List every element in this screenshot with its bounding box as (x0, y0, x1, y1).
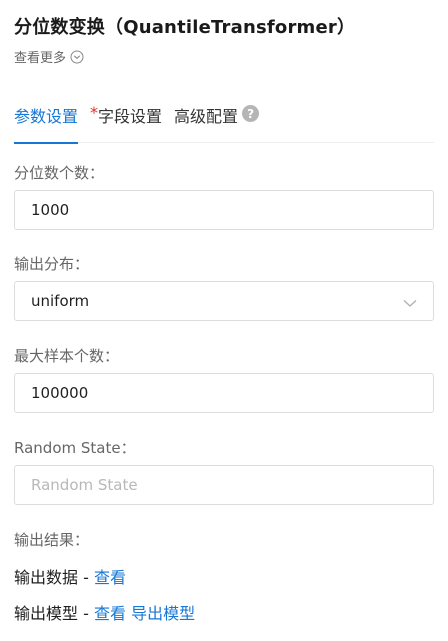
tab-field-settings[interactable]: * 字段设置 (90, 103, 162, 143)
tab-label: 高级配置 (174, 107, 239, 126)
tab-advanced-settings[interactable]: 高级配置 ? (174, 103, 260, 143)
quantiles-input[interactable]: 1000 (14, 190, 434, 230)
view-more-label: 查看更多 (14, 51, 67, 66)
tab-label: 字段设置 (98, 107, 163, 126)
random-state-label: Random State： (14, 439, 136, 457)
output-data-prefix: 输出数据 - (14, 568, 94, 587)
settings-tabs: 参数设置 * 字段设置 高级配置 ? (14, 103, 434, 144)
quantiles-label: 分位数个数： (14, 164, 105, 182)
tab-parameter-settings[interactable]: 参数设置 (14, 103, 79, 144)
output-distribution-value: uniform (31, 292, 90, 310)
export-model-link[interactable]: 导出模型 (131, 604, 195, 623)
help-circle-icon[interactable]: ? (242, 105, 260, 122)
output-distribution-select[interactable]: uniform (14, 281, 434, 321)
chevron-down-icon (403, 295, 417, 307)
output-data-line: 输出数据 - 查看 (14, 564, 126, 588)
view-model-link[interactable]: 查看 (94, 604, 126, 623)
max-samples-input[interactable]: 100000 (14, 373, 434, 413)
output-model-line: 输出模型 - 查看 导出模型 (14, 600, 195, 624)
random-state-input[interactable]: Random State (14, 465, 434, 505)
output-distribution-label: 输出分布： (14, 255, 90, 273)
view-more-toggle[interactable]: 查看更多 (14, 47, 84, 66)
page-title: 分位数变换（QuantileTransformer） (14, 17, 356, 38)
output-results-label: 输出结果： (14, 531, 90, 549)
max-samples-label: 最大样本个数： (14, 347, 120, 365)
chevron-down-circle-icon (70, 50, 84, 64)
output-model-prefix: 输出模型 - (14, 604, 94, 623)
tab-label: 参数设置 (14, 107, 79, 126)
view-data-link[interactable]: 查看 (94, 568, 126, 587)
required-marker: * (90, 103, 99, 122)
